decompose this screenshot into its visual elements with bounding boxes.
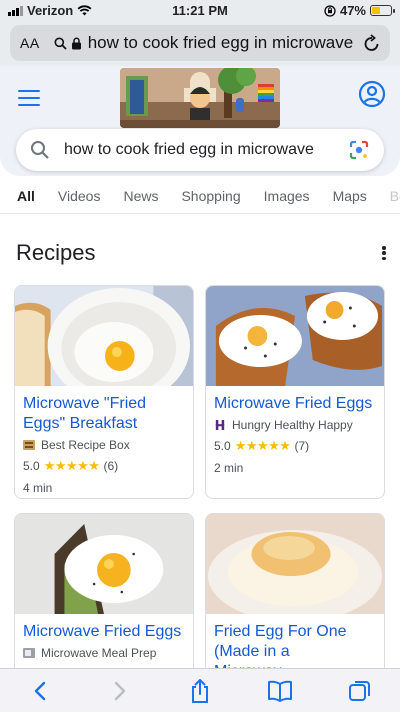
rating-value: 5.0 xyxy=(214,439,231,453)
status-bar: Verizon 11:21 PM 47% xyxy=(0,0,400,20)
bookmarks-icon[interactable] xyxy=(260,676,300,706)
rating-value: 5.0 xyxy=(23,459,40,473)
rating-stars: ★★★★★ xyxy=(234,438,291,453)
tabs-icon[interactable] xyxy=(340,676,380,706)
recipe-card[interactable]: Microwave Fried Eggs Microwave Meal Prep xyxy=(14,513,194,693)
rating-stars: ★★★★★ xyxy=(43,458,100,473)
recipes-heading: Recipes xyxy=(16,240,96,265)
microwave-meal-prep-favicon xyxy=(23,648,35,658)
review-count: (7) xyxy=(294,439,310,453)
lock-icon xyxy=(71,37,82,50)
google-doodle[interactable] xyxy=(120,68,280,128)
tab-maps[interactable]: Maps xyxy=(333,184,367,213)
search-box[interactable] xyxy=(16,129,384,171)
card-title[interactable]: Microwave Fried Eggs xyxy=(214,394,376,414)
hungry-healthy-happy-favicon xyxy=(215,420,225,430)
card-source: Best Recipe Box xyxy=(23,438,185,452)
orientation-lock-icon xyxy=(324,4,336,17)
share-icon[interactable] xyxy=(180,676,220,706)
card-title[interactable]: Microwave Fried Eggs xyxy=(23,622,185,642)
tab-news[interactable]: News xyxy=(123,184,158,213)
tab-videos[interactable]: Videos xyxy=(58,184,101,213)
card-source: Microwave Meal Prep xyxy=(23,646,185,660)
recipe-image xyxy=(15,514,193,614)
google-lens-icon[interactable] xyxy=(348,139,370,161)
battery-icon xyxy=(370,5,395,16)
status-right: 47% xyxy=(324,3,395,18)
recipe-image xyxy=(206,514,384,614)
review-count: (6) xyxy=(103,459,119,473)
card-body: Microwave Fried Eggs Hungry Healthy Happ… xyxy=(206,386,384,483)
safari-toolbar xyxy=(0,668,400,712)
safari-address-area: AA how to cook fried egg in microwave xyxy=(0,20,400,66)
back-icon[interactable] xyxy=(20,676,60,706)
recipe-card[interactable]: Fried Egg For One (Made in a Microwav… xyxy=(205,513,385,693)
tab-images[interactable]: Images xyxy=(264,184,310,213)
card-rating: 5.0 ★★★★★ (7) xyxy=(214,438,376,454)
tab-books[interactable]: Bo xyxy=(390,184,400,213)
url-text[interactable]: how to cook fried egg in microwave xyxy=(88,33,358,53)
tab-all[interactable]: All xyxy=(17,184,35,213)
best-recipe-box-favicon xyxy=(23,440,35,450)
tab-shopping[interactable]: Shopping xyxy=(181,184,240,213)
recipe-card[interactable]: Microwave "Fried Eggs" Breakfast Best Re… xyxy=(14,285,194,499)
search-tabs: All Videos News Shopping Images Maps Bo xyxy=(0,184,400,214)
recipe-card[interactable]: Microwave Fried Eggs Hungry Healthy Happ… xyxy=(205,285,385,499)
battery-level xyxy=(372,7,381,14)
recipe-image xyxy=(206,286,384,386)
address-bar[interactable]: AA how to cook fried egg in microwave xyxy=(10,25,390,61)
recipe-image xyxy=(15,286,193,386)
card-time: 2 min xyxy=(214,461,244,475)
text-size-button[interactable]: AA xyxy=(20,35,40,51)
card-source: Hungry Healthy Happy xyxy=(214,418,376,432)
reload-icon[interactable] xyxy=(364,34,380,52)
more-options-icon[interactable] xyxy=(382,246,386,260)
card-time: 4 min xyxy=(23,481,53,495)
card-body: Microwave Fried Eggs Microwave Meal Prep xyxy=(15,614,193,668)
search-icon xyxy=(31,141,49,159)
search-icon xyxy=(54,37,67,50)
card-source-name: Hungry Healthy Happy xyxy=(232,418,353,432)
account-icon[interactable] xyxy=(358,80,386,108)
card-title[interactable]: Microwave "Fried Eggs" Breakfast xyxy=(23,394,185,434)
card-source-name: Microwave Meal Prep xyxy=(41,646,157,660)
card-source-name: Best Recipe Box xyxy=(41,438,130,452)
card-rating: 5.0 ★★★★★ (6) xyxy=(23,458,185,474)
card-body: Microwave "Fried Eggs" Breakfast Best Re… xyxy=(15,386,193,498)
hamburger-menu-icon[interactable] xyxy=(18,90,40,106)
search-input[interactable] xyxy=(64,141,348,159)
forward-icon[interactable] xyxy=(100,676,140,706)
battery-percent: 47% xyxy=(339,3,366,18)
